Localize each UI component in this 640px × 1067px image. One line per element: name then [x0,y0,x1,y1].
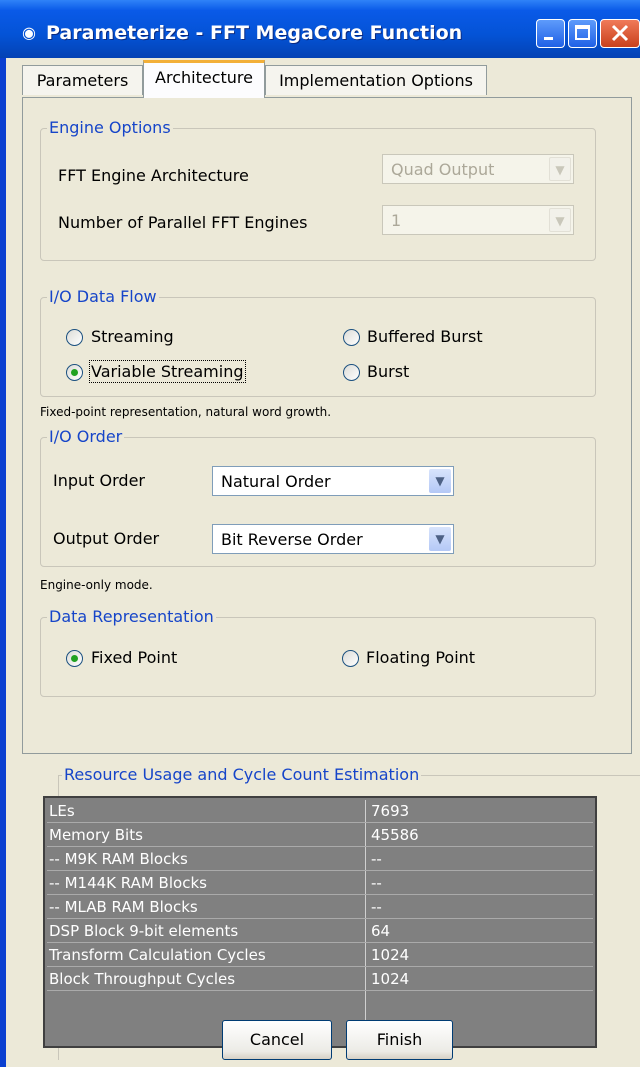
fixed-point-label[interactable]: Fixed Point [91,648,177,667]
table-row: DSP Block 9-bit elements 64 [47,920,593,943]
streaming-radio[interactable] [66,329,83,346]
row-label: Transform Calculation Cycles [49,946,266,964]
resource-legend: Resource Usage and Cycle Count Estimatio… [62,765,422,784]
engine-options-legend: Engine Options [47,118,173,137]
variable-streaming-radio[interactable] [66,364,83,381]
buffered-burst-label[interactable]: Buffered Burst [367,327,483,346]
engine-options-group: Engine Options [40,118,596,261]
row-value: 1024 [371,946,410,964]
chevron-down-icon: ▼ [429,527,451,551]
floating-point-label[interactable]: Floating Point [366,648,475,667]
table-row: -- M144K RAM Blocks -- [47,872,593,895]
io-order-legend: I/O Order [47,427,125,446]
output-order-select[interactable]: Bit Reverse Order ▼ [212,524,454,554]
table-row: Transform Calculation Cycles 1024 [47,944,593,967]
table-row: Memory Bits 45586 [47,824,593,847]
maximize-button[interactable] [568,19,597,48]
table-row: LEs 7693 [47,800,593,823]
tab-bar: Parameters Architecture Implementation O… [0,58,640,98]
cancel-button[interactable]: Cancel [222,1020,332,1060]
row-value: -- [371,874,382,892]
architecture-select[interactable]: Quad Output ▼ [382,154,574,184]
tab-architecture[interactable]: Architecture [143,60,265,98]
io-order-note: Engine-only mode. [40,578,153,592]
maximize-icon [575,25,590,40]
tab-parameters[interactable]: Parameters [22,65,143,95]
row-value: 7693 [371,802,410,820]
architecture-value: Quad Output [391,160,495,179]
row-value: 1024 [371,970,410,988]
minimize-icon [544,37,553,40]
engines-label: Number of Parallel FFT Engines [58,213,308,232]
streaming-label[interactable]: Streaming [91,327,174,346]
window-title: Parameterize - FFT MegaCore Function [46,22,463,44]
minimize-button[interactable] [536,19,565,48]
window-border [0,0,6,1067]
buffered-burst-radio[interactable] [343,329,360,346]
row-label: DSP Block 9-bit elements [49,922,239,940]
row-value: -- [371,850,382,868]
row-label: -- M9K RAM Blocks [49,850,188,868]
io-data-flow-group: I/O Data Flow [40,287,596,397]
io-data-flow-legend: I/O Data Flow [47,287,159,306]
output-order-value: Bit Reverse Order [221,530,363,549]
data-representation-legend: Data Representation [47,607,216,626]
close-button[interactable] [600,19,640,48]
burst-label[interactable]: Burst [367,362,409,381]
row-label: -- M144K RAM Blocks [49,874,207,892]
row-label: Block Throughput Cycles [49,970,236,988]
app-icon: ◉ [22,23,36,42]
chevron-down-icon: ▼ [549,208,571,232]
chevron-down-icon: ▼ [429,469,451,493]
table-row: -- MLAB RAM Blocks -- [47,896,593,919]
engines-select[interactable]: 1 ▼ [382,205,574,235]
variable-streaming-label[interactable]: Variable Streaming [89,360,246,383]
row-value: 64 [371,922,391,940]
table-row: Block Throughput Cycles 1024 [47,968,593,991]
io-flow-note: Fixed-point representation, natural word… [40,405,332,419]
burst-radio[interactable] [343,364,360,381]
chevron-down-icon: ▼ [549,157,571,181]
architecture-label: FFT Engine Architecture [58,166,249,185]
fixed-point-radio[interactable] [66,650,83,667]
row-label: -- MLAB RAM Blocks [49,898,198,916]
row-label: Memory Bits [49,826,143,844]
finish-button[interactable]: Finish [346,1020,453,1060]
engines-value: 1 [391,211,402,230]
title-bar[interactable]: ◉ Parameterize - FFT MegaCore Function [0,0,640,58]
close-icon [611,24,629,42]
tab-implementation-options[interactable]: Implementation Options [265,65,487,95]
input-order-value: Natural Order [221,472,331,491]
floating-point-radio[interactable] [342,650,359,667]
row-value: -- [371,898,382,916]
input-order-label: Input Order [53,471,145,490]
resource-table: LEs 7693 Memory Bits 45586 -- M9K RAM Bl… [43,796,597,1048]
dialog-window: ◉ Parameterize - FFT MegaCore Function P… [0,0,640,1067]
input-order-select[interactable]: Natural Order ▼ [212,466,454,496]
row-label: LEs [49,802,75,820]
row-value: 45586 [371,826,419,844]
table-row: -- M9K RAM Blocks -- [47,848,593,871]
output-order-label: Output Order [53,529,160,548]
